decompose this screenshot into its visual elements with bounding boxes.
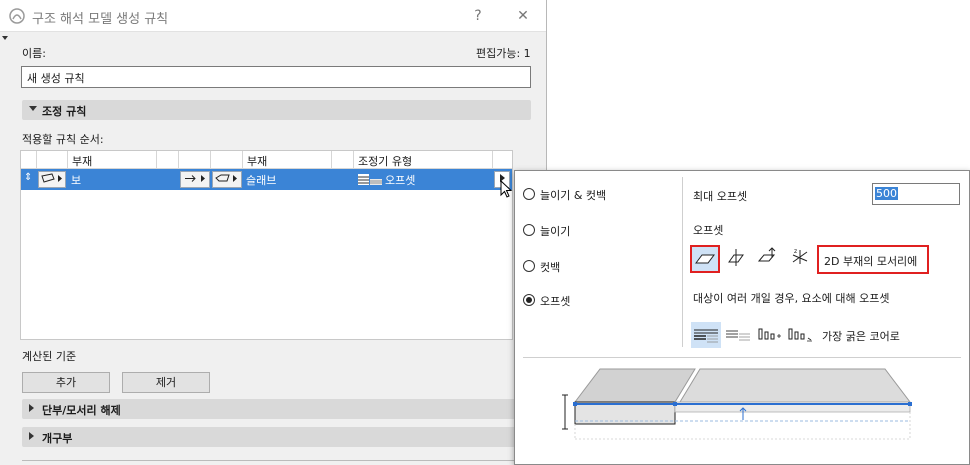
plane-offset-icon: [695, 254, 715, 264]
offset-settings-popover: 늘이기 & 컷백 늘이기 컷백 오프셋 최대 오프셋 500 오프셋 z 2D …: [514, 170, 970, 465]
table-row[interactable]: ⇕ 보 슬래브 오프셋: [21, 169, 512, 190]
core-bars-bottom-button[interactable]: [786, 322, 814, 348]
option-label: 오프셋: [540, 295, 571, 308]
max-offset-value: 500: [875, 187, 898, 200]
section-title: 단부/모서리 해제: [42, 404, 121, 417]
col-member2-header: 부재: [243, 151, 332, 168]
core-label: 가장 굵은 코어로: [822, 330, 900, 343]
rules-table: 부재 부재 조정기 유형 ⇕ 보 슬래브 오프셋: [20, 150, 513, 340]
col-icon: [37, 151, 68, 168]
col-blank: [21, 151, 37, 168]
core-thickest-button[interactable]: [691, 322, 721, 348]
offset-target-label: 2D 부재의 모서리에: [817, 245, 929, 274]
offset-xyz-button[interactable]: z: [787, 245, 817, 273]
max-offset-label: 최대 오프셋: [693, 190, 748, 203]
multi-target-label: 대상이 여러 개일 경우, 요소에 대해 오프셋: [693, 292, 890, 305]
member2-type-button[interactable]: [212, 171, 242, 188]
name-input[interactable]: 새 생성 규칙: [21, 66, 531, 88]
col-adjuster-header: 조정기 유형: [354, 151, 493, 168]
remove-button[interactable]: 제거: [122, 372, 210, 393]
col-member1-header: 부재: [68, 151, 157, 168]
member1-type-button[interactable]: [38, 171, 66, 188]
radio-button[interactable]: [523, 260, 535, 272]
offset-axis-button[interactable]: [723, 245, 753, 273]
section-title: 조정 규칙: [42, 105, 87, 118]
name-label: 이름:: [22, 47, 46, 60]
help-button[interactable]: ?: [467, 5, 489, 27]
vertical-divider: [682, 177, 683, 347]
svg-text:z: z: [794, 248, 797, 255]
col-arrow: [179, 151, 211, 168]
bottom-divider: [22, 460, 531, 461]
top-offset-icon: [757, 247, 776, 262]
option-cutback[interactable]: 컷백: [523, 258, 673, 276]
order-label: 적용할 규칙 순서:: [22, 133, 104, 146]
vertical-bars-icon: [758, 328, 781, 340]
layered-skin-icon: [726, 330, 750, 341]
col-icon2: [211, 151, 243, 168]
drag-handle-icon[interactable]: ⇕: [24, 172, 32, 183]
radio-button-selected[interactable]: [523, 294, 535, 306]
end-release-section[interactable]: 단부/모서리 해제: [22, 399, 531, 419]
adjuster-cell: 오프셋: [385, 174, 416, 187]
expand-triangle-icon: [29, 432, 34, 440]
slab-icon: [215, 174, 237, 182]
vertical-bars-bottom-icon: [788, 328, 812, 342]
computed-label: 계산된 기준: [22, 350, 77, 363]
xyz-axes-icon: z: [792, 248, 808, 264]
option-label: 늘이기 & 컷백: [540, 189, 607, 202]
core-bars-button[interactable]: [756, 322, 784, 348]
axis-offset-icon: [728, 249, 744, 266]
rules-dialog: 구조 해석 모델 생성 규칙 ? ✕ 이름: 편집가능: 1 새 생성 규칙 조…: [0, 0, 547, 465]
member2-cell: 슬래브: [246, 174, 277, 187]
offset-adjuster-icon: [358, 174, 382, 185]
option-extend-cutback[interactable]: 늘이기 & 컷백: [523, 186, 673, 204]
direction-button[interactable]: [180, 171, 210, 188]
col-pad2: [332, 151, 354, 168]
mouse-cursor-icon: [500, 180, 513, 198]
adjust-rules-section[interactable]: 조정 규칙: [22, 100, 531, 120]
title-bar: 구조 해석 모델 생성 규칙 ? ✕: [0, 0, 546, 32]
offset-top-button[interactable]: [755, 245, 785, 273]
offset-2d-edge-button[interactable]: [690, 245, 720, 273]
arrow-right-icon: [185, 175, 205, 182]
radio-button[interactable]: [523, 188, 535, 200]
archicad-logo-icon: [9, 8, 25, 24]
hatched-layers-icon: [694, 329, 718, 343]
core-outer-button[interactable]: [723, 322, 753, 348]
member1-cell: 보: [71, 174, 82, 187]
dialog-title: 구조 해석 모델 생성 규칙: [32, 12, 169, 27]
add-button[interactable]: 추가: [22, 372, 110, 393]
option-label: 늘이기: [540, 225, 571, 238]
close-button[interactable]: ✕: [512, 5, 534, 27]
beam-icon: [41, 173, 62, 183]
collapse-triangle-icon: [29, 106, 37, 111]
section-title: 개구부: [42, 432, 73, 445]
col-pad: [157, 151, 179, 168]
col-end: [493, 151, 512, 168]
resize-caret-icon: [2, 36, 8, 40]
radio-button[interactable]: [523, 224, 535, 236]
option-label: 컷백: [540, 261, 561, 274]
max-offset-input[interactable]: 500: [872, 183, 960, 205]
expand-triangle-icon: [29, 404, 34, 412]
opening-section[interactable]: 개구부: [22, 427, 531, 447]
option-extend[interactable]: 늘이기: [523, 222, 673, 240]
editable-count: 편집가능: 1: [476, 47, 531, 60]
horizontal-divider: [523, 357, 961, 358]
option-offset[interactable]: 오프셋: [523, 292, 673, 310]
offset-label: 오프셋: [693, 224, 724, 237]
offset-preview-image: [562, 368, 912, 440]
